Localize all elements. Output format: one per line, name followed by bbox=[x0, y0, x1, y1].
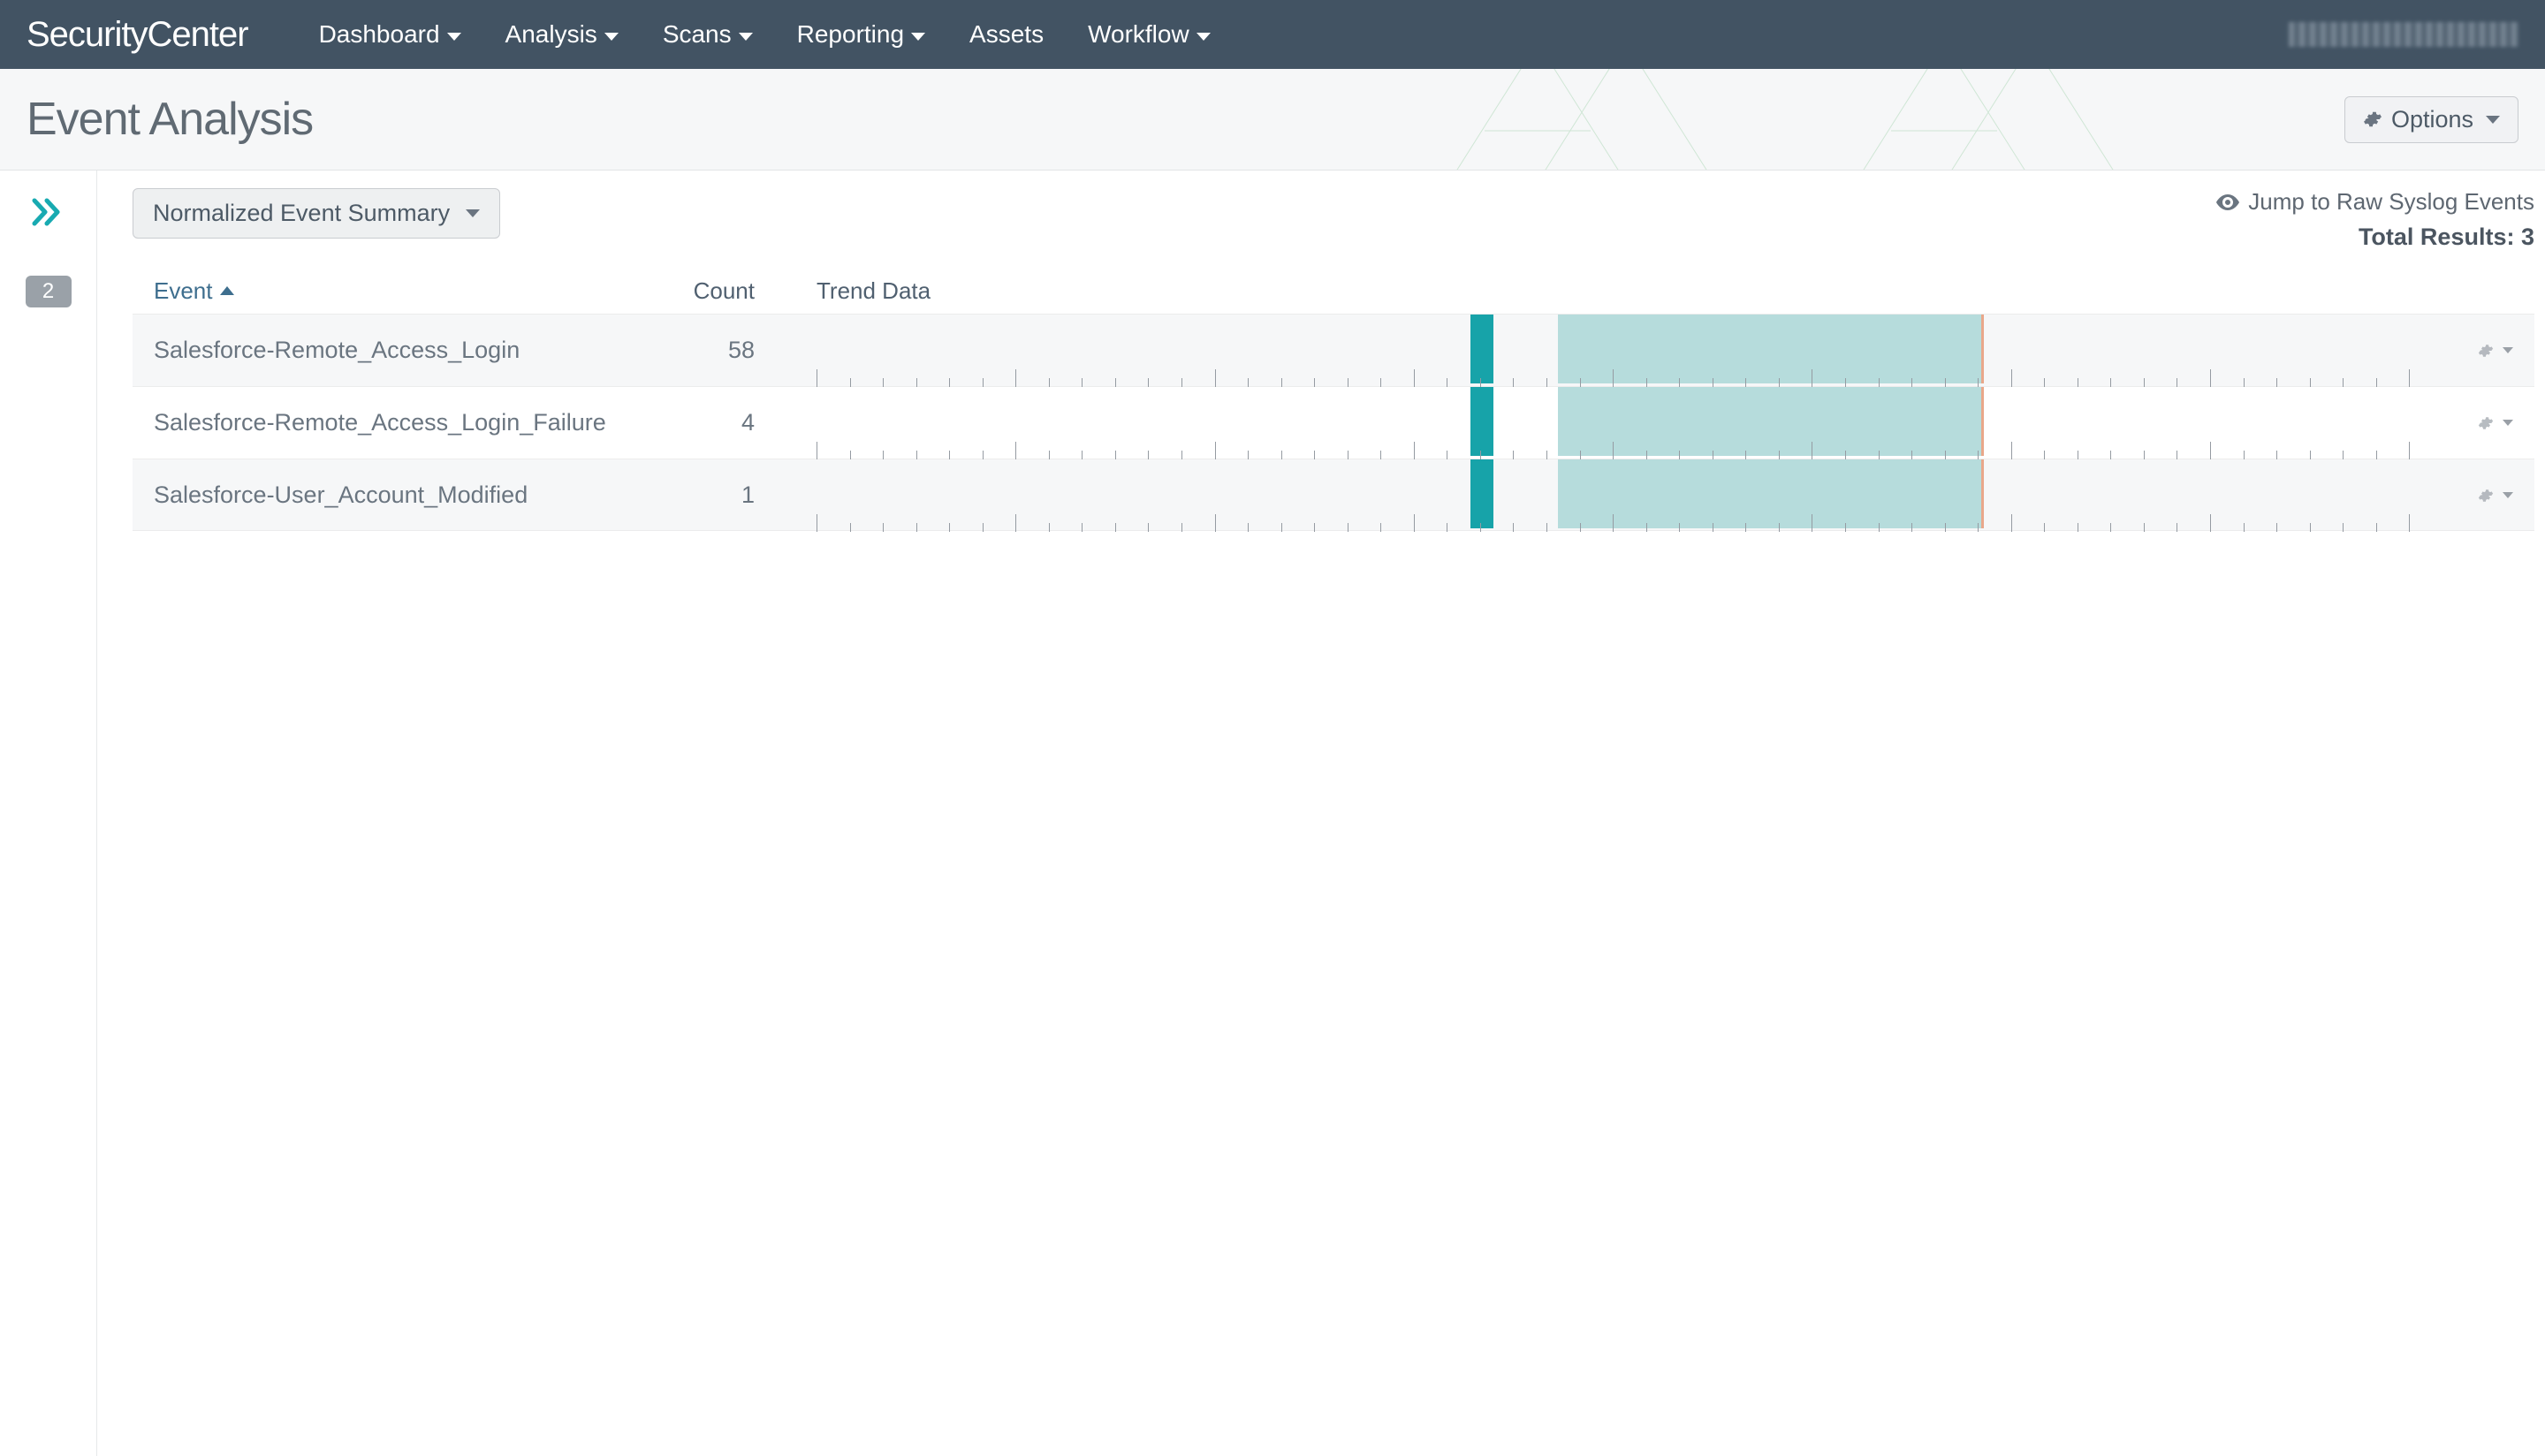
nav-reporting-label: Reporting bbox=[797, 20, 904, 49]
gear-icon bbox=[2478, 343, 2494, 359]
event-count: 1 bbox=[649, 482, 772, 509]
row-actions-button[interactable] bbox=[2442, 415, 2513, 431]
total-results-label: Total Results: bbox=[2359, 224, 2515, 250]
jump-to-raw-syslog-link[interactable]: Jump to Raw Syslog Events bbox=[2216, 188, 2534, 216]
chevron-down-icon bbox=[2486, 116, 2500, 124]
nav-reporting[interactable]: Reporting bbox=[797, 20, 925, 49]
event-name: Salesforce-Remote_Access_Login bbox=[154, 337, 649, 364]
trend-sparkline bbox=[817, 315, 2442, 387]
nav-dashboard-label: Dashboard bbox=[319, 20, 440, 49]
nav-assets[interactable]: Assets bbox=[969, 20, 1044, 49]
page-title: Event Analysis bbox=[27, 93, 313, 146]
chevron-down-icon bbox=[2503, 492, 2513, 498]
top-nav: SecurityCenter Dashboard Analysis Scans … bbox=[0, 0, 2545, 69]
badge-count: 2 bbox=[42, 279, 54, 304]
page-header: Event Analysis Options bbox=[0, 69, 2545, 171]
row-actions-button[interactable] bbox=[2442, 488, 2513, 504]
chevron-down-icon bbox=[466, 209, 480, 217]
sort-ascending-icon bbox=[220, 286, 234, 295]
nav-workflow[interactable]: Workflow bbox=[1088, 20, 1211, 49]
table-row[interactable]: Salesforce-Remote_Access_Login 58 bbox=[133, 314, 2534, 386]
jump-link-label: Jump to Raw Syslog Events bbox=[2248, 188, 2534, 216]
event-count: 4 bbox=[649, 409, 772, 436]
chevron-down-icon bbox=[739, 33, 753, 41]
nav-workflow-label: Workflow bbox=[1088, 20, 1189, 49]
chevron-down-icon bbox=[1197, 33, 1211, 41]
nav-analysis-label: Analysis bbox=[505, 20, 597, 49]
left-rail: 2 bbox=[0, 171, 97, 1456]
trend-sparkline bbox=[817, 387, 2442, 459]
column-header-event[interactable]: Event bbox=[154, 277, 234, 305]
double-chevron-right-icon bbox=[31, 197, 66, 227]
results-table: Event Count Trend Data Salesforce-Remote… bbox=[133, 269, 2534, 531]
table-row[interactable]: Salesforce-User_Account_Modified 1 bbox=[133, 459, 2534, 531]
nav-assets-label: Assets bbox=[969, 20, 1044, 49]
nav-scans[interactable]: Scans bbox=[663, 20, 753, 49]
nav-analysis[interactable]: Analysis bbox=[505, 20, 619, 49]
nav-scans-label: Scans bbox=[663, 20, 732, 49]
event-name: Salesforce-User_Account_Modified bbox=[154, 482, 649, 509]
options-button[interactable]: Options bbox=[2344, 96, 2518, 143]
event-count: 58 bbox=[649, 337, 772, 364]
total-results-value: 3 bbox=[2521, 224, 2534, 250]
table-row[interactable]: Salesforce-Remote_Access_Login_Failure 4 bbox=[133, 386, 2534, 459]
eye-icon bbox=[2216, 194, 2239, 210]
chevron-down-icon bbox=[911, 33, 925, 41]
event-name: Salesforce-Remote_Access_Login_Failure bbox=[154, 409, 649, 436]
gear-icon bbox=[2478, 488, 2494, 504]
nav-items: Dashboard Analysis Scans Reporting Asset… bbox=[319, 20, 1211, 49]
expand-sidebar-button[interactable] bbox=[31, 197, 66, 231]
options-label: Options bbox=[2391, 106, 2473, 133]
brand-part-a: Security bbox=[27, 15, 148, 54]
user-menu-redacted[interactable] bbox=[2289, 22, 2518, 47]
chevron-down-icon bbox=[604, 33, 619, 41]
view-selector[interactable]: Normalized Event Summary bbox=[133, 188, 500, 239]
table-header: Event Count Trend Data bbox=[133, 269, 2534, 314]
view-selector-label: Normalized Event Summary bbox=[153, 200, 450, 227]
filter-count-badge[interactable]: 2 bbox=[26, 276, 72, 307]
nav-dashboard[interactable]: Dashboard bbox=[319, 20, 461, 49]
brand-part-b: Center bbox=[148, 15, 248, 54]
chevron-down-icon bbox=[2503, 347, 2513, 353]
column-header-event-label: Event bbox=[154, 277, 213, 305]
brand-logo: SecurityCenter bbox=[27, 15, 248, 55]
header-decoration bbox=[1379, 69, 2174, 171]
total-results: Total Results: 3 bbox=[2216, 224, 2534, 251]
row-actions-button[interactable] bbox=[2442, 343, 2513, 359]
trend-sparkline bbox=[817, 459, 2442, 532]
gear-icon bbox=[2478, 415, 2494, 431]
chevron-down-icon bbox=[447, 33, 461, 41]
column-header-count[interactable]: Count bbox=[649, 277, 772, 305]
chevron-down-icon bbox=[2503, 420, 2513, 426]
column-header-trend: Trend Data bbox=[772, 277, 2442, 305]
gear-icon bbox=[2363, 110, 2382, 129]
